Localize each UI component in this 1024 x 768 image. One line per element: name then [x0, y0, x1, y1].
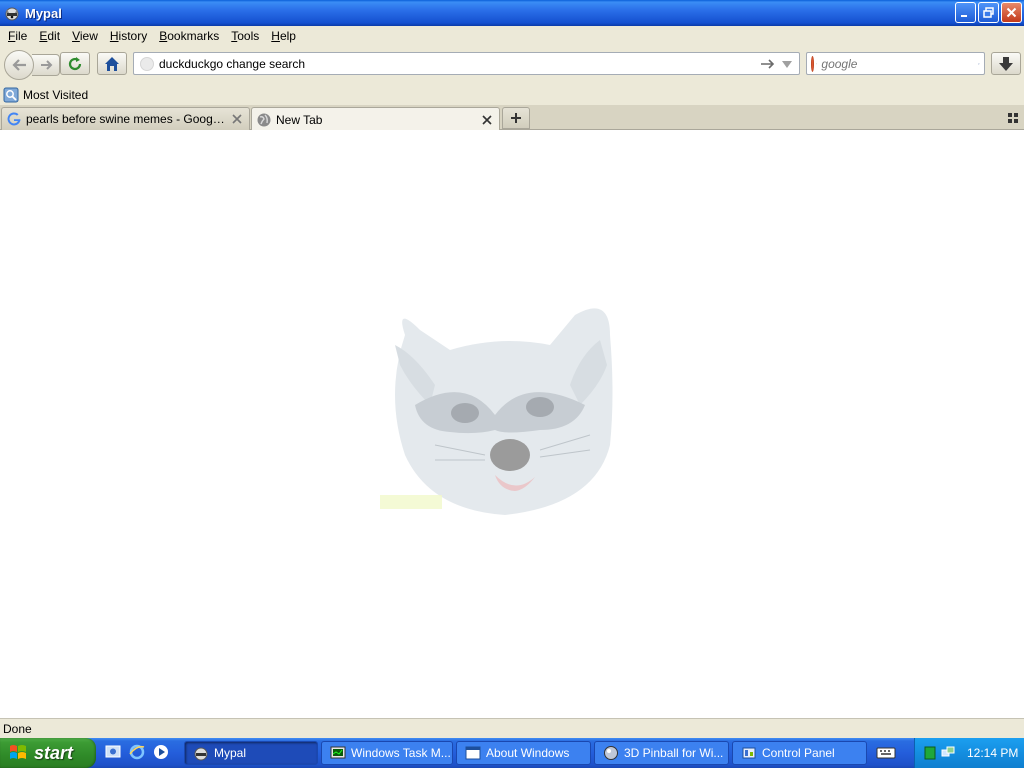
globe-favicon-icon: [257, 113, 271, 126]
menu-help-accel: H: [271, 29, 280, 43]
menu-tools-label: ools: [237, 29, 260, 43]
media-player-icon[interactable]: [152, 743, 170, 761]
tab-strip: pearls before swine memes - Google Sear.…: [0, 105, 1024, 131]
forward-arrow-icon: [41, 60, 53, 70]
internet-explorer-icon[interactable]: [128, 743, 146, 761]
keyboard-language-icon[interactable]: [876, 745, 896, 761]
most-visited-folder-icon: [3, 87, 19, 102]
reload-button[interactable]: [60, 52, 90, 75]
navigation-toolbar: [0, 46, 1024, 82]
reload-icon: [68, 56, 82, 70]
task-label: Mypal: [214, 746, 247, 760]
control-panel-icon: [742, 747, 756, 759]
menu-bar: File Edit View History Bookmarks Tools H…: [0, 26, 1024, 46]
task-label: Control Panel: [762, 746, 835, 760]
raccoon-mascot-logo: [380, 308, 613, 515]
url-bar[interactable]: [133, 52, 800, 75]
about-windows-icon: [465, 746, 481, 760]
title-bar[interactable]: Mypal: [0, 0, 1024, 26]
menu-bookmarks-label: ookmarks: [167, 29, 220, 43]
taskbar: start Mypal Windows Task M... About Wind…: [0, 738, 1024, 768]
status-text: Done: [3, 721, 32, 736]
menu-help[interactable]: Help: [265, 26, 302, 46]
task-about-windows[interactable]: About Windows: [456, 741, 591, 765]
network-icon[interactable]: [941, 746, 955, 760]
restore-button[interactable]: [978, 2, 999, 23]
menu-view-label: iew: [79, 29, 98, 43]
task-label: 3D Pinball for Wi...: [624, 746, 724, 760]
menu-history-label: istory: [118, 29, 148, 43]
restore-icon: [983, 7, 994, 18]
minimize-icon: [961, 15, 967, 17]
system-tray: 12:14 PM: [914, 738, 1024, 768]
menu-history-accel: H: [109, 29, 119, 43]
go-arrow-icon[interactable]: [759, 57, 777, 71]
menu-help-label: elp: [279, 29, 296, 43]
minimize-button[interactable]: [955, 2, 976, 23]
menu-file-label: ile: [15, 29, 28, 43]
plus-icon: [511, 113, 521, 123]
status-bar: Done: [0, 718, 1024, 738]
search-bar[interactable]: [806, 52, 985, 75]
page-favicon-icon: [140, 56, 154, 71]
task-3d-pinball[interactable]: 3D Pinball for Wi...: [594, 741, 729, 765]
google-favicon-icon: [7, 112, 21, 126]
url-input[interactable]: [159, 56, 759, 71]
menu-tools[interactable]: Tools: [225, 26, 265, 46]
home-button[interactable]: [97, 52, 127, 75]
tab-google-search[interactable]: pearls before swine memes - Google Sear.…: [1, 107, 250, 130]
home-icon: [105, 56, 119, 71]
tab-label: New Tab: [276, 112, 323, 127]
bookmarks-toolbar: Most Visited: [0, 84, 1024, 105]
mypal-app-icon: [5, 7, 19, 21]
tab-label: pearls before swine memes - Google Sear.…: [26, 112, 227, 126]
mypal-task-icon: [194, 747, 208, 761]
clock[interactable]: 12:14 PM: [967, 746, 1018, 760]
search-input[interactable]: [821, 56, 979, 71]
search-icon[interactable]: [978, 56, 980, 72]
windows-logo-icon: [10, 745, 26, 759]
tab-list-grid-icon[interactable]: [1006, 111, 1020, 125]
task-label: Windows Task M...: [351, 746, 451, 760]
tab-close-icon[interactable]: [481, 114, 493, 126]
engine-dropdown-icon[interactable]: [816, 59, 818, 69]
close-button[interactable]: [1001, 2, 1022, 23]
menu-history[interactable]: History: [104, 26, 153, 46]
back-button[interactable]: [4, 50, 34, 80]
show-desktop-icon[interactable]: [104, 743, 122, 761]
menu-edit-label: dit: [47, 29, 61, 43]
back-forward-group: [4, 50, 61, 80]
menu-file[interactable]: File: [2, 26, 33, 46]
tab-close-icon[interactable]: [231, 113, 243, 125]
start-label: start: [34, 742, 74, 763]
duckduckgo-engine-icon[interactable]: [811, 55, 815, 72]
url-dropdown-icon[interactable]: [779, 57, 795, 71]
quick-launch: [104, 743, 170, 761]
task-windows-task-manager[interactable]: Windows Task M...: [321, 741, 453, 765]
bookmark-label: Most Visited: [23, 87, 89, 102]
page-content: [0, 130, 1024, 718]
task-manager-icon: [330, 746, 346, 759]
menu-view[interactable]: View: [66, 26, 104, 46]
new-tab-button[interactable]: [502, 107, 530, 129]
download-arrow-icon: [999, 56, 1013, 71]
back-arrow-icon: [12, 59, 26, 71]
tab-new-tab[interactable]: New Tab: [251, 107, 500, 131]
close-icon: [1006, 7, 1017, 18]
task-control-panel[interactable]: Control Panel: [732, 741, 867, 765]
menu-edit[interactable]: Edit: [33, 26, 66, 46]
green-tray-icon[interactable]: [923, 746, 937, 760]
task-label: About Windows: [486, 746, 570, 760]
bookmark-most-visited[interactable]: Most Visited: [0, 87, 88, 103]
task-mypal[interactable]: Mypal: [184, 741, 318, 765]
pinball-icon: [604, 746, 618, 760]
forward-button[interactable]: [32, 54, 60, 76]
start-button[interactable]: start: [0, 738, 96, 768]
menu-bookmarks[interactable]: Bookmarks: [153, 26, 225, 46]
downloads-button[interactable]: [991, 52, 1021, 75]
window-title: Mypal: [25, 5, 62, 21]
menu-view-accel: V: [72, 29, 80, 43]
